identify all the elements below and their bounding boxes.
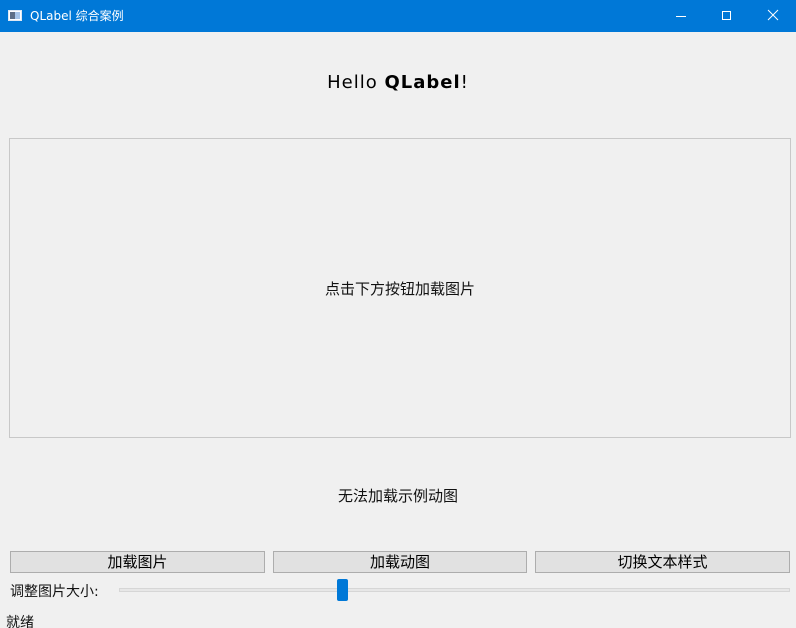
movie-status-label: 无法加载示例动图 xyxy=(337,487,458,505)
close-icon xyxy=(767,9,779,21)
hello-prefix: Hello xyxy=(327,72,385,93)
window-controls xyxy=(658,0,796,32)
image-placeholder-text: 点击下方按钮加载图片 xyxy=(324,279,475,298)
image-size-slider-track[interactable] xyxy=(119,588,790,592)
minimize-button[interactable] xyxy=(658,0,704,32)
close-button[interactable] xyxy=(750,0,796,32)
window-title: QLabel 综合案例 xyxy=(30,9,124,23)
load-movie-button[interactable]: 加载动图 xyxy=(273,551,527,573)
load-image-button[interactable]: 加载图片 xyxy=(10,551,265,573)
image-size-slider-label: 调整图片大小: xyxy=(10,584,99,600)
app-icon xyxy=(8,10,22,21)
maximize-button[interactable] xyxy=(704,0,750,32)
hello-label: Hello QLabel! xyxy=(0,72,796,93)
button-row: 加载图片 加载动图 切换文本样式 xyxy=(10,551,790,573)
status-text: 就绪 xyxy=(6,615,34,628)
image-size-slider-handle[interactable] xyxy=(336,579,348,601)
minimize-icon xyxy=(676,16,686,17)
hello-qlabel-bold: QLabel xyxy=(384,72,461,93)
hello-suffix: ! xyxy=(460,72,469,93)
maximize-icon xyxy=(722,11,731,20)
image-display-label: 点击下方按钮加载图片 xyxy=(9,138,791,438)
toggle-text-style-button[interactable]: 切换文本样式 xyxy=(535,551,790,573)
title-bar[interactable]: QLabel 综合案例 xyxy=(0,0,796,32)
application-window: QLabel 综合案例 Hello QLabel! 点击下方按钮加载图片 无法加… xyxy=(0,0,796,628)
